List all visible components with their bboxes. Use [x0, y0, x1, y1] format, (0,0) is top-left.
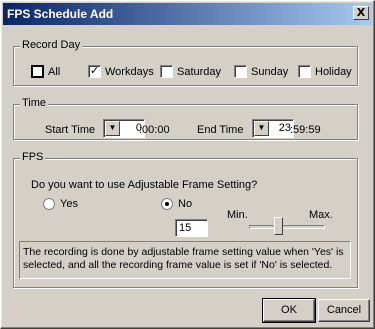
record-day-label: Record Day	[20, 39, 83, 51]
close-button[interactable]: X	[353, 6, 369, 20]
time-label: Time	[20, 97, 49, 109]
checkbox-sunday-label: Sunday	[251, 65, 289, 78]
frame-value-input[interactable]: 15	[175, 219, 208, 237]
start-time-rest: :00:00	[139, 124, 170, 136]
radio-yes-label: Yes	[60, 198, 78, 210]
start-hour-dropdown-icon[interactable]: ▼	[105, 121, 120, 136]
dialog-title: FPS Schedule Add	[7, 7, 114, 21]
cancel-button[interactable]: Cancel	[318, 299, 370, 322]
ok-button[interactable]: OK	[262, 298, 316, 323]
end-time-rest: :59:59	[290, 124, 321, 136]
radio-yes-circle[interactable]	[43, 198, 55, 210]
title-bar[interactable]: FPS Schedule Add X	[3, 3, 372, 25]
checkbox-saturday[interactable]: Saturday	[160, 65, 221, 78]
start-time-label: Start Time	[45, 124, 96, 136]
slider-min-label: Min.	[227, 209, 248, 221]
checkbox-holiday-box[interactable]	[298, 65, 311, 78]
end-hour-spin[interactable]: ▼ 23	[252, 119, 294, 138]
dialog-window: FPS Schedule Add X Record Day All Workda…	[0, 0, 375, 329]
end-hour-dropdown-icon[interactable]: ▼	[254, 121, 269, 136]
radio-yes[interactable]: Yes	[43, 198, 78, 210]
checkbox-all-label: All	[48, 65, 61, 78]
checkbox-workdays[interactable]: Workdays	[88, 64, 154, 78]
frame-slider-track[interactable]	[249, 225, 325, 229]
slider-max-label: Max.	[309, 209, 333, 221]
checkbox-workdays-box[interactable]	[88, 64, 101, 78]
radio-no[interactable]: No	[161, 198, 192, 210]
checkbox-all[interactable]: All	[31, 65, 60, 78]
frame-slider-thumb[interactable]	[274, 217, 283, 235]
checkbox-holiday-label: Holiday	[315, 65, 352, 78]
checkbox-sunday[interactable]: Sunday	[234, 65, 288, 78]
checkbox-sunday-box[interactable]	[234, 65, 247, 78]
checkbox-all-box[interactable]	[31, 65, 44, 78]
checkbox-holiday[interactable]: Holiday	[298, 65, 352, 78]
radio-no-label: No	[178, 198, 193, 210]
checkbox-saturday-label: Saturday	[177, 65, 222, 78]
fps-label: FPS	[20, 151, 46, 163]
fps-info-text: The recording is done by adjustable fram…	[19, 241, 351, 279]
checkbox-workdays-label: Workdays	[105, 65, 154, 78]
fps-question: Do you want to use Adjustable Frame Sett…	[31, 179, 258, 191]
checkbox-saturday-box[interactable]	[160, 65, 173, 78]
radio-no-circle[interactable]	[161, 198, 173, 210]
end-time-label: End Time	[197, 124, 244, 136]
